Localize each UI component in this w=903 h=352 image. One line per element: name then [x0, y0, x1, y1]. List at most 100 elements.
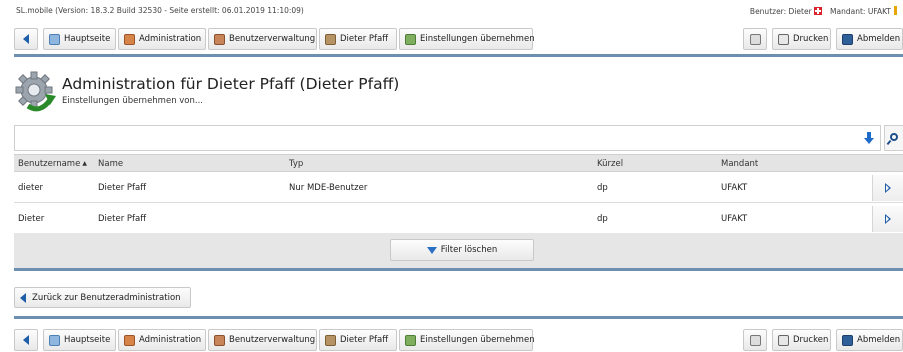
search-row: [14, 125, 903, 151]
logout-button[interactable]: Abmelden: [836, 28, 903, 50]
app-version-info: SL.mobile (Version: 18.3.2 Build 32530 -…: [16, 6, 304, 15]
column-header-type[interactable]: Typ: [289, 159, 303, 169]
user-button[interactable]: Dieter Pfaff: [319, 329, 397, 351]
table-row[interactable]: dieter Dieter Pfaff Nur MDE-Benutzer dp …: [14, 173, 903, 203]
status-line: SL.mobile (Version: 18.3.2 Build 32530 -…: [0, 0, 903, 24]
client-label: Mandant: UFAKT: [830, 7, 891, 16]
user-admin-button-label: Benutzerverwaltung: [229, 34, 316, 44]
printer-icon: [778, 33, 789, 45]
printer-icon: [778, 334, 789, 346]
admin-icon: [124, 334, 135, 346]
arrow-down-icon[interactable]: [863, 131, 875, 145]
flag-icon: [813, 7, 822, 15]
column-header-username[interactable]: Benutzername ▲: [18, 159, 87, 169]
user-label: Benutzer: Dieter: [749, 7, 812, 16]
top-toolbar: Hauptseite Administration Benutzerverwal…: [0, 24, 903, 58]
glasses-button[interactable]: [743, 28, 767, 50]
administration-button[interactable]: Administration: [118, 329, 206, 351]
admin-icon: [124, 33, 135, 45]
triangle-left-icon: [23, 34, 29, 44]
column-header-client[interactable]: Mandant: [721, 159, 758, 169]
user-admin-button-label: Benutzerverwaltung: [229, 335, 316, 345]
cell-abbreviation: dp: [597, 183, 608, 193]
print-button[interactable]: Drucken: [772, 28, 831, 50]
toolbar-divider: [14, 54, 903, 57]
status-marker-icon: [894, 6, 897, 15]
triangle-left-icon: [20, 292, 26, 303]
user-icon: [325, 334, 336, 346]
cell-name: Dieter Pfaff: [98, 183, 147, 193]
apply-settings-button-label: Einstellungen übernehmen: [420, 34, 535, 44]
logout-button[interactable]: Abmelden: [836, 329, 903, 351]
cell-type: Nur MDE-Benutzer: [289, 183, 368, 193]
administration-button-label: Administration: [139, 34, 202, 44]
users-icon: [214, 33, 225, 45]
cell-username: Dieter: [18, 214, 45, 224]
row-open-button[interactable]: [872, 206, 903, 232]
back-button-label: Zurück zur Benutzeradministration: [32, 292, 181, 303]
home-button-label: Hauptseite: [64, 335, 111, 345]
filter-icon: [426, 246, 437, 254]
home-button-label: Hauptseite: [64, 34, 111, 44]
settings-apply-icon: [405, 334, 416, 346]
settings-apply-icon: [405, 33, 416, 45]
print-button[interactable]: Drucken: [772, 329, 831, 351]
back-row: Zurück zur Benutzeradministration: [14, 287, 191, 308]
table-divider: [14, 268, 903, 271]
glasses-icon: [749, 33, 761, 45]
administration-button[interactable]: Administration: [118, 28, 206, 50]
glasses-button[interactable]: [743, 329, 767, 351]
back-to-user-admin-button[interactable]: Zurück zur Benutzeradministration: [14, 287, 191, 308]
nav-back-button[interactable]: [14, 329, 38, 351]
clear-filter-button[interactable]: Filter löschen: [390, 239, 534, 261]
clear-filter-label: Filter löschen: [440, 245, 498, 255]
table-footer: Filter löschen: [14, 233, 903, 268]
page-subtitle: Einstellungen übernehmen von...: [62, 96, 204, 106]
column-header-abbreviation[interactable]: Kürzel: [597, 159, 623, 169]
cell-name: Dieter Pfaff: [98, 214, 147, 224]
table-row[interactable]: Dieter Dieter Pfaff dp UFAKT: [14, 204, 903, 234]
back-divider: [14, 316, 903, 319]
table-header: Benutzername ▲ Name Typ Kürzel Mandant: [14, 154, 903, 172]
bottom-toolbar: Hauptseite Administration Benutzerverwal…: [0, 326, 903, 352]
cell-client: UFAKT: [721, 183, 748, 193]
print-button-label: Drucken: [793, 34, 829, 44]
home-icon: [49, 334, 60, 346]
user-admin-button[interactable]: Benutzerverwaltung: [208, 329, 317, 351]
user-button[interactable]: Dieter Pfaff: [319, 28, 397, 50]
chevron-right-icon: [885, 214, 891, 224]
apply-settings-button[interactable]: Einstellungen übernehmen: [399, 28, 535, 50]
user-button-label: Dieter Pfaff: [340, 335, 389, 345]
page-header: Administration für Dieter Pfaff (Dieter …: [14, 68, 894, 118]
logout-button-label: Abmelden: [857, 34, 901, 44]
row-open-button[interactable]: [872, 175, 903, 201]
users-table: Benutzername ▲ Name Typ Kürzel Mandant di…: [14, 154, 903, 272]
column-header-name[interactable]: Name: [98, 159, 123, 169]
search-button[interactable]: [884, 125, 903, 151]
search-input[interactable]: [14, 125, 881, 151]
cell-client: UFAKT: [721, 214, 748, 224]
logout-icon: [842, 33, 853, 45]
home-button[interactable]: Hauptseite: [43, 329, 116, 351]
user-admin-button[interactable]: Benutzerverwaltung: [208, 28, 317, 50]
users-icon: [214, 334, 225, 346]
sort-asc-icon: ▲: [82, 160, 87, 167]
home-icon: [49, 33, 60, 45]
administration-button-label: Administration: [139, 335, 202, 345]
apply-settings-button[interactable]: Einstellungen übernehmen: [399, 329, 535, 351]
triangle-left-icon: [23, 335, 29, 345]
apply-settings-button-label: Einstellungen übernehmen: [420, 335, 535, 345]
user-icon: [325, 33, 336, 45]
session-info: Benutzer: Dieter Mandant: UFAKT: [750, 6, 897, 16]
logout-icon: [842, 334, 853, 346]
cell-username: dieter: [18, 183, 44, 193]
search-icon: [890, 133, 898, 141]
gear-icon: [15, 71, 56, 112]
glasses-icon: [749, 334, 761, 346]
logout-button-label: Abmelden: [857, 335, 901, 345]
cell-abbreviation: dp: [597, 214, 608, 224]
home-button[interactable]: Hauptseite: [43, 28, 116, 50]
nav-back-button[interactable]: [14, 28, 38, 50]
page-title: Administration für Dieter Pfaff (Dieter …: [62, 75, 400, 93]
print-button-label: Drucken: [793, 335, 829, 345]
